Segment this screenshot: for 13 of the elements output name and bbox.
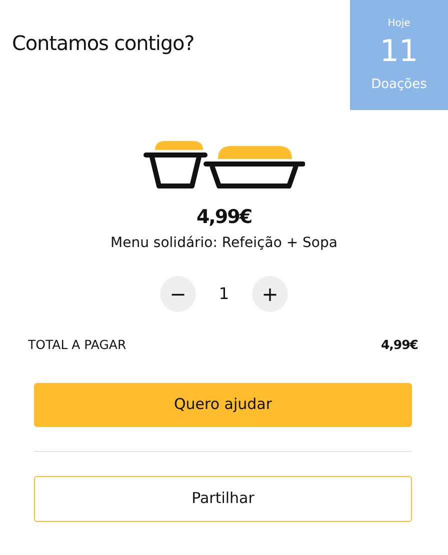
page-title: Contamos contigo? bbox=[11, 30, 194, 57]
total-amount: 4,99€ bbox=[380, 336, 418, 354]
share-button[interactable]: Partilhar bbox=[34, 476, 412, 522]
badge-label: Hoje bbox=[388, 17, 410, 31]
product-price: 4,99€ bbox=[195, 206, 253, 229]
donation-count: 11 bbox=[380, 37, 418, 67]
product-description: Menu solidário: Refeição + Sopa bbox=[110, 234, 338, 253]
quantity-value: 1 bbox=[218, 282, 230, 305]
badge-caption: Doações bbox=[371, 76, 427, 94]
increase-button[interactable]: + bbox=[252, 276, 288, 312]
help-button[interactable]: Quero ajudar bbox=[34, 382, 412, 427]
total-label: TOTAL A PAGAR bbox=[28, 336, 126, 354]
decrease-button[interactable]: − bbox=[160, 276, 196, 312]
